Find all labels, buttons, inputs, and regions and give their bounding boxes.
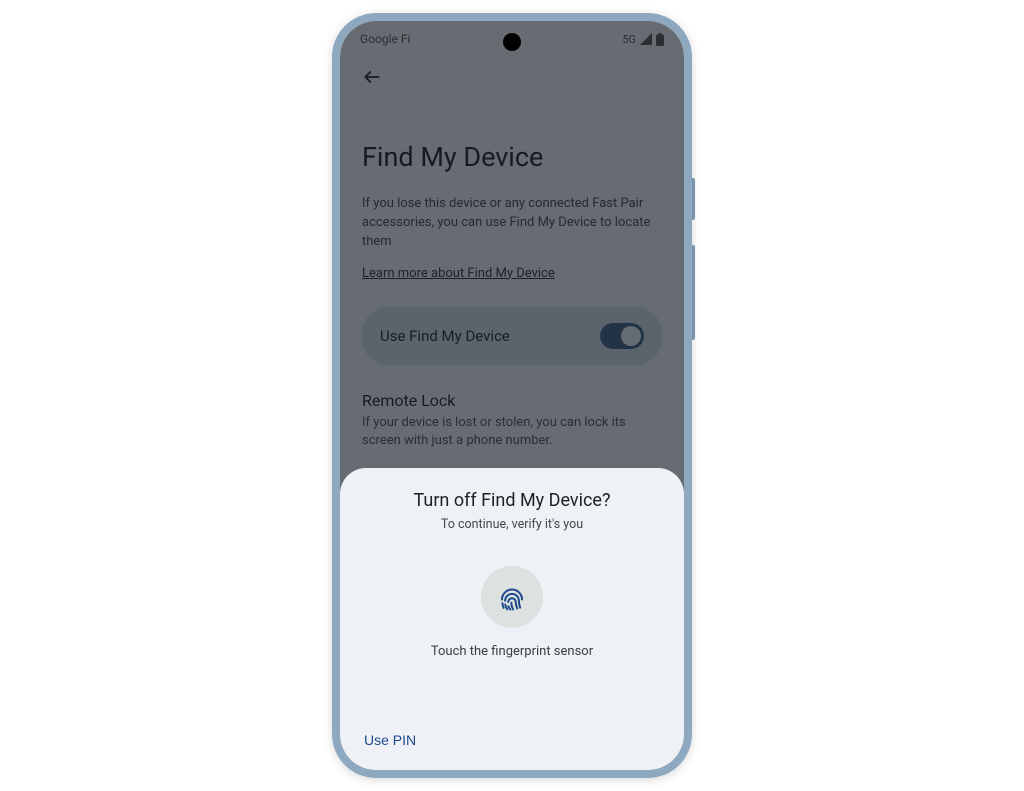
signal-icon bbox=[639, 33, 653, 45]
sheet-subtitle: To continue, verify it's you bbox=[362, 517, 662, 532]
phone-frame: Google Fi 5G Find My Device If you lose … bbox=[332, 13, 692, 778]
biometric-sheet: Turn off Find My Device? To continue, ve… bbox=[340, 468, 684, 770]
status-icons: 5G bbox=[622, 33, 664, 46]
power-button bbox=[692, 178, 695, 220]
carrier-label: Google Fi bbox=[360, 32, 410, 46]
screen: Google Fi 5G Find My Device If you lose … bbox=[340, 21, 684, 770]
volume-button bbox=[692, 245, 695, 340]
network-label: 5G bbox=[622, 33, 636, 46]
use-pin-button[interactable]: Use PIN bbox=[362, 726, 418, 754]
fingerprint-sensor[interactable] bbox=[481, 566, 543, 628]
camera-cutout bbox=[503, 33, 521, 51]
battery-icon bbox=[656, 33, 664, 46]
fingerprint-instruction: Touch the fingerprint sensor bbox=[431, 644, 593, 659]
sheet-title: Turn off Find My Device? bbox=[362, 490, 662, 511]
fingerprint-icon bbox=[497, 582, 527, 612]
